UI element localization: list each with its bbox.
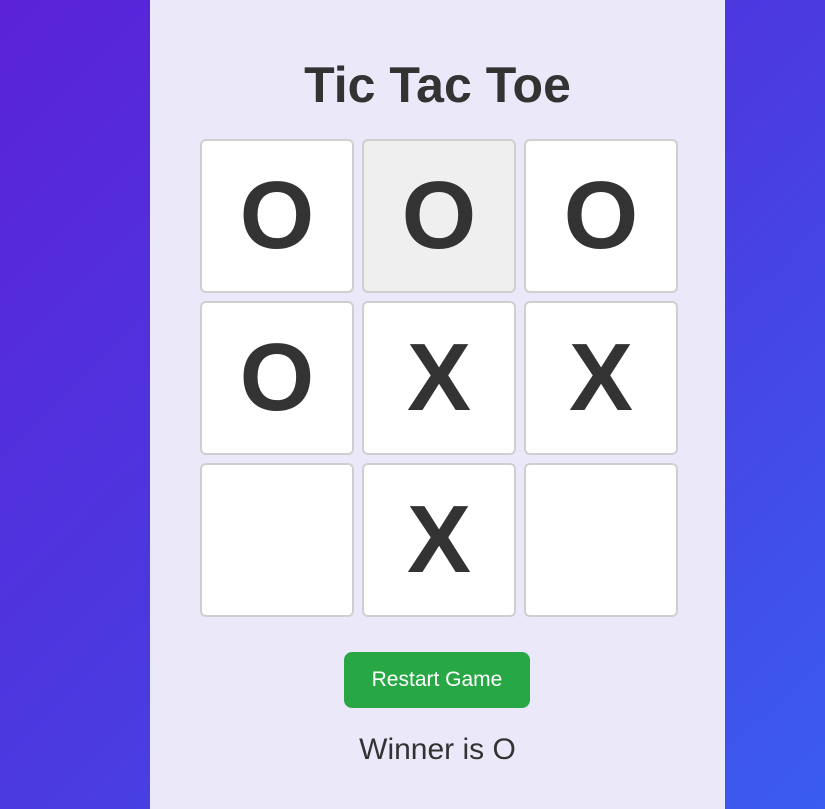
- board-cell-7[interactable]: [200, 463, 354, 617]
- board-cell-5[interactable]: X: [362, 301, 516, 455]
- game-board: O O O O X X X: [200, 139, 680, 619]
- board-cell-9[interactable]: [524, 463, 678, 617]
- board-cell-2[interactable]: O: [362, 139, 516, 293]
- board-cell-6[interactable]: X: [524, 301, 678, 455]
- game-container: Tic Tac Toe O O O O X X X Restart Game W…: [150, 0, 725, 809]
- game-title: Tic Tac Toe: [304, 57, 571, 113]
- game-status: Winner is O: [359, 733, 516, 766]
- board-cell-3[interactable]: O: [524, 139, 678, 293]
- restart-button[interactable]: Restart Game: [344, 652, 530, 708]
- board-cell-1[interactable]: O: [200, 139, 354, 293]
- board-cell-4[interactable]: O: [200, 301, 354, 455]
- board-cell-8[interactable]: X: [362, 463, 516, 617]
